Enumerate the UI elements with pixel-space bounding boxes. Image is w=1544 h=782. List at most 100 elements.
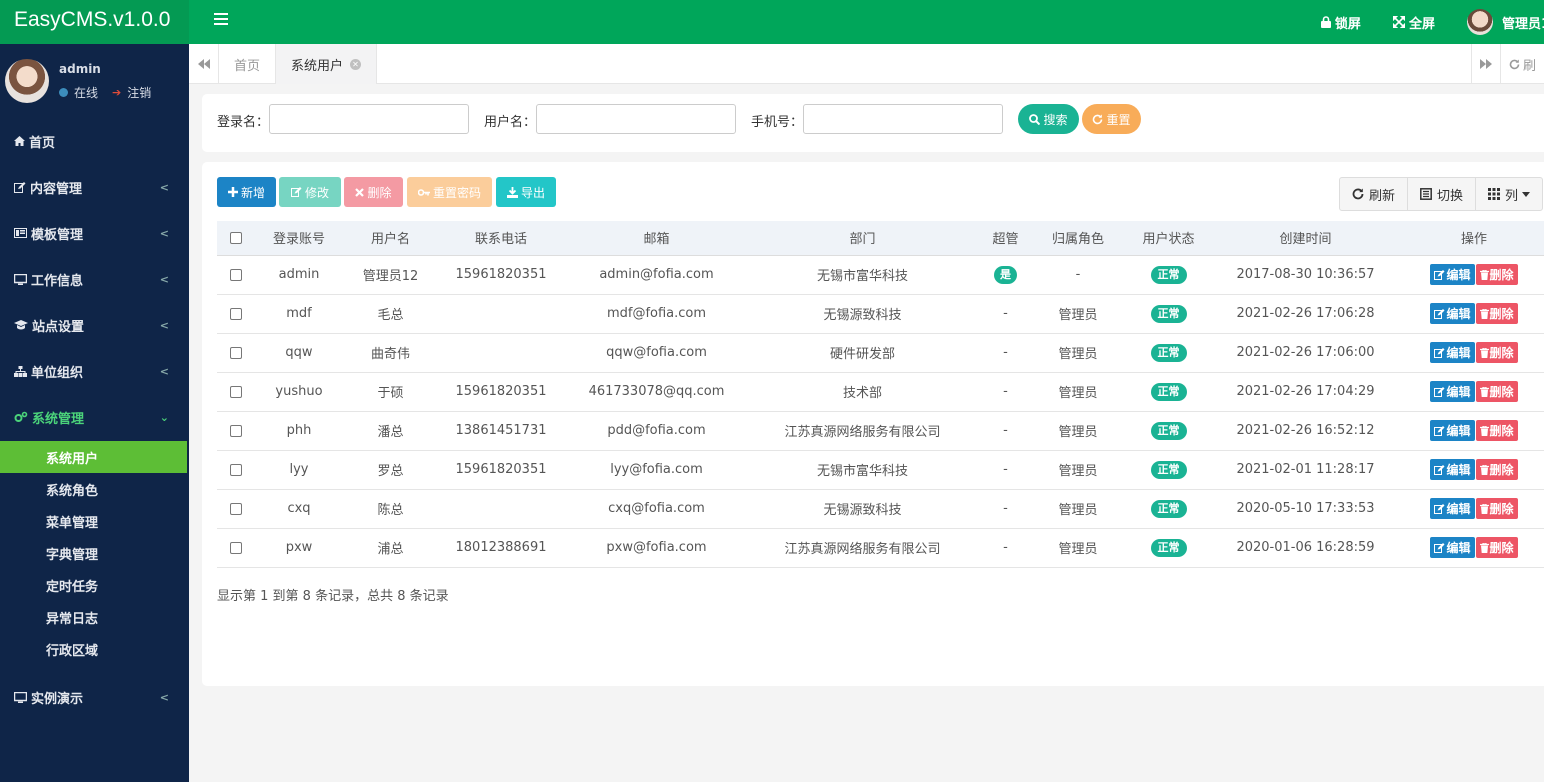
table-row[interactable]: yushuo 于硕 15961820351 461733078@qq.com 技术部 - 管… — [217, 372, 1544, 412]
cell-dept: 硬件研发部 — [748, 333, 977, 373]
table-row[interactable]: qqw 曲奇伟 qqw@fofia.com 硬件研发部 - 管理员 正常 2021-02-26… — [217, 333, 1544, 373]
tab-scroll-left-button[interactable] — [189, 44, 219, 84]
column-header[interactable]: 用户状态 — [1122, 221, 1215, 256]
row-delete-button[interactable]: 删除 — [1475, 381, 1518, 402]
row-edit-button[interactable]: 编辑 — [1430, 498, 1475, 519]
row-edit-button[interactable]: 编辑 — [1430, 342, 1475, 363]
row-delete-button[interactable]: 删除 — [1475, 303, 1518, 324]
reset-button-label: 重置 — [1106, 112, 1131, 127]
search-button[interactable]: 搜索 — [1018, 104, 1079, 134]
tab-scroll-right-button[interactable] — [1470, 44, 1500, 84]
cell-email: pdd@fofia.com — [565, 411, 748, 451]
cell-super-admin: - — [977, 489, 1034, 529]
row-checkbox[interactable] — [229, 346, 242, 359]
cell-email: 461733078@qq.com — [565, 372, 748, 412]
row-checkbox[interactable] — [229, 502, 242, 515]
menu-toggle-icon[interactable] — [214, 13, 228, 25]
columns-dropdown-button[interactable]: 列 — [1476, 178, 1542, 210]
column-header[interactable]: 创建时间 — [1215, 221, 1396, 256]
sidebar-item-template[interactable]: 模板管理 < — [0, 210, 189, 256]
tab-refresh-button[interactable]: 刷 — [1499, 44, 1544, 84]
login-name-input[interactable] — [269, 104, 469, 134]
row-delete-button[interactable]: 删除 — [1475, 537, 1518, 558]
cell-account: admin — [254, 255, 344, 295]
phone-input[interactable] — [803, 104, 1003, 134]
row-edit-label: 编辑 — [1446, 502, 1471, 516]
status-badge: 正常 — [1150, 343, 1187, 362]
user-name-input[interactable] — [536, 104, 736, 134]
sidebar-subitem-system-users[interactable]: 系统用户 — [0, 441, 187, 473]
table-row[interactable]: pxw 浦总 18012388691 pxw@fofia.com 江苏真源网络服务有限公… — [217, 528, 1544, 568]
status-badge: 正常 — [1150, 421, 1187, 440]
sidebar-item-site-settings[interactable]: 站点设置 < — [0, 302, 189, 348]
row-edit-button[interactable]: 编辑 — [1430, 459, 1475, 480]
column-header[interactable]: 超管 — [977, 221, 1034, 256]
toggle-view-label: 切换 — [1436, 188, 1463, 204]
column-header[interactable]: 邮箱 — [565, 221, 748, 256]
row-edit-button[interactable]: 编辑 — [1430, 537, 1475, 558]
search-button-label: 搜索 — [1043, 112, 1068, 127]
tab-home[interactable]: 首页 — [219, 44, 277, 84]
row-edit-label: 编辑 — [1446, 463, 1471, 477]
row-edit-button[interactable]: 编辑 — [1430, 264, 1475, 285]
lock-screen-button[interactable]: 锁屏 — [1320, 13, 1361, 32]
home-icon — [14, 136, 25, 146]
column-header[interactable]: 登录账号 — [254, 221, 344, 256]
sidebar-item-organization[interactable]: 单位组织 < — [0, 348, 189, 394]
export-button[interactable]: 导出 — [496, 177, 556, 207]
app-logo[interactable]: EasyCMS.v1.0.0 — [0, 0, 189, 44]
table-row[interactable]: lyy 罗总 15961820351 lyy@fofia.com 无锡市富华科技 - 管理员… — [217, 450, 1544, 490]
row-delete-button[interactable]: 删除 — [1475, 498, 1518, 519]
row-checkbox[interactable] — [229, 385, 242, 398]
sidebar-item-work-info[interactable]: 工作信息 < — [0, 256, 189, 302]
toggle-view-button[interactable]: 切换 — [1408, 178, 1476, 210]
logout-link[interactable]: 注销 — [127, 84, 151, 101]
user-menu[interactable]: 管理员1 — [1466, 9, 1544, 35]
tab-close-icon[interactable]: ✕ — [350, 58, 362, 70]
table-row[interactable]: cxq 陈总 cxq@fofia.com 无锡源致科技 - 管理员 正常 2020-05-10… — [217, 489, 1544, 529]
row-delete-button[interactable]: 删除 — [1475, 459, 1518, 480]
fullscreen-button[interactable]: 全屏 — [1392, 13, 1435, 32]
row-delete-button[interactable]: 删除 — [1475, 264, 1518, 285]
reset-password-button[interactable]: 重置密码 — [407, 177, 492, 207]
sidebar-subitem-error-logs[interactable]: 异常日志 — [0, 601, 187, 633]
table-row[interactable]: phh 潘总 13861451731 pdd@fofia.com 江苏真源网络服务有限公… — [217, 411, 1544, 451]
row-checkbox[interactable] — [229, 541, 242, 554]
row-edit-button[interactable]: 编辑 — [1430, 303, 1475, 324]
table-row[interactable]: mdf 毛总 mdf@fofia.com 无锡源致科技 - 管理员 正常 2021-02-26… — [217, 294, 1544, 334]
sidebar-item-home[interactable]: 首页 — [0, 118, 189, 164]
cell-actions: 编辑 删除 — [1396, 411, 1544, 451]
column-header[interactable]: 用户名 — [344, 221, 437, 256]
delete-button[interactable]: 删除 — [344, 177, 403, 207]
reset-button[interactable]: 重置 — [1082, 104, 1141, 134]
column-header[interactable]: 部门 — [748, 221, 977, 256]
row-checkbox[interactable] — [229, 424, 242, 437]
chevron-left-icon: < — [159, 365, 169, 378]
row-edit-button[interactable]: 编辑 — [1430, 381, 1475, 402]
column-header[interactable]: 归属角色 — [1034, 221, 1122, 256]
select-all-checkbox[interactable] — [229, 231, 242, 244]
sidebar-subitem-system-roles[interactable]: 系统角色 — [0, 473, 187, 505]
table-row[interactable]: admin 管理员12 15961820351 admin@fofia.com 无锡市富… — [217, 255, 1544, 295]
tab-system-users[interactable]: 系统用户 ✕ — [276, 44, 378, 84]
refresh-table-button[interactable]: 刷新 — [1340, 178, 1408, 210]
sidebar-subitem-scheduled-tasks[interactable]: 定时任务 — [0, 569, 187, 601]
sidebar-subitem-menu-management[interactable]: 菜单管理 — [0, 505, 187, 537]
sidebar-subitem-regions[interactable]: 行政区域 — [0, 633, 187, 665]
row-checkbox[interactable] — [229, 463, 242, 476]
row-delete-button[interactable]: 删除 — [1475, 342, 1518, 363]
row-checkbox[interactable] — [229, 268, 242, 281]
sidebar-item-label: 实例演示 — [31, 691, 84, 707]
row-edit-button[interactable]: 编辑 — [1430, 420, 1475, 441]
sidebar-item-examples[interactable]: 实例演示 < — [0, 674, 189, 720]
row-checkbox[interactable] — [229, 307, 242, 320]
edit-button[interactable]: 修改 — [279, 177, 341, 207]
sidebar-item-content[interactable]: 内容管理 < — [0, 164, 189, 210]
cell-dept: 无锡源致科技 — [748, 294, 977, 334]
sidebar-item-system[interactable]: 系统管理 ⌄ — [0, 394, 189, 440]
column-header[interactable]: 联系电话 — [437, 221, 565, 256]
add-button[interactable]: 新增 — [217, 177, 276, 207]
key-icon — [417, 188, 430, 196]
sidebar-subitem-dictionary[interactable]: 字典管理 — [0, 537, 187, 569]
row-delete-button[interactable]: 删除 — [1475, 420, 1518, 441]
